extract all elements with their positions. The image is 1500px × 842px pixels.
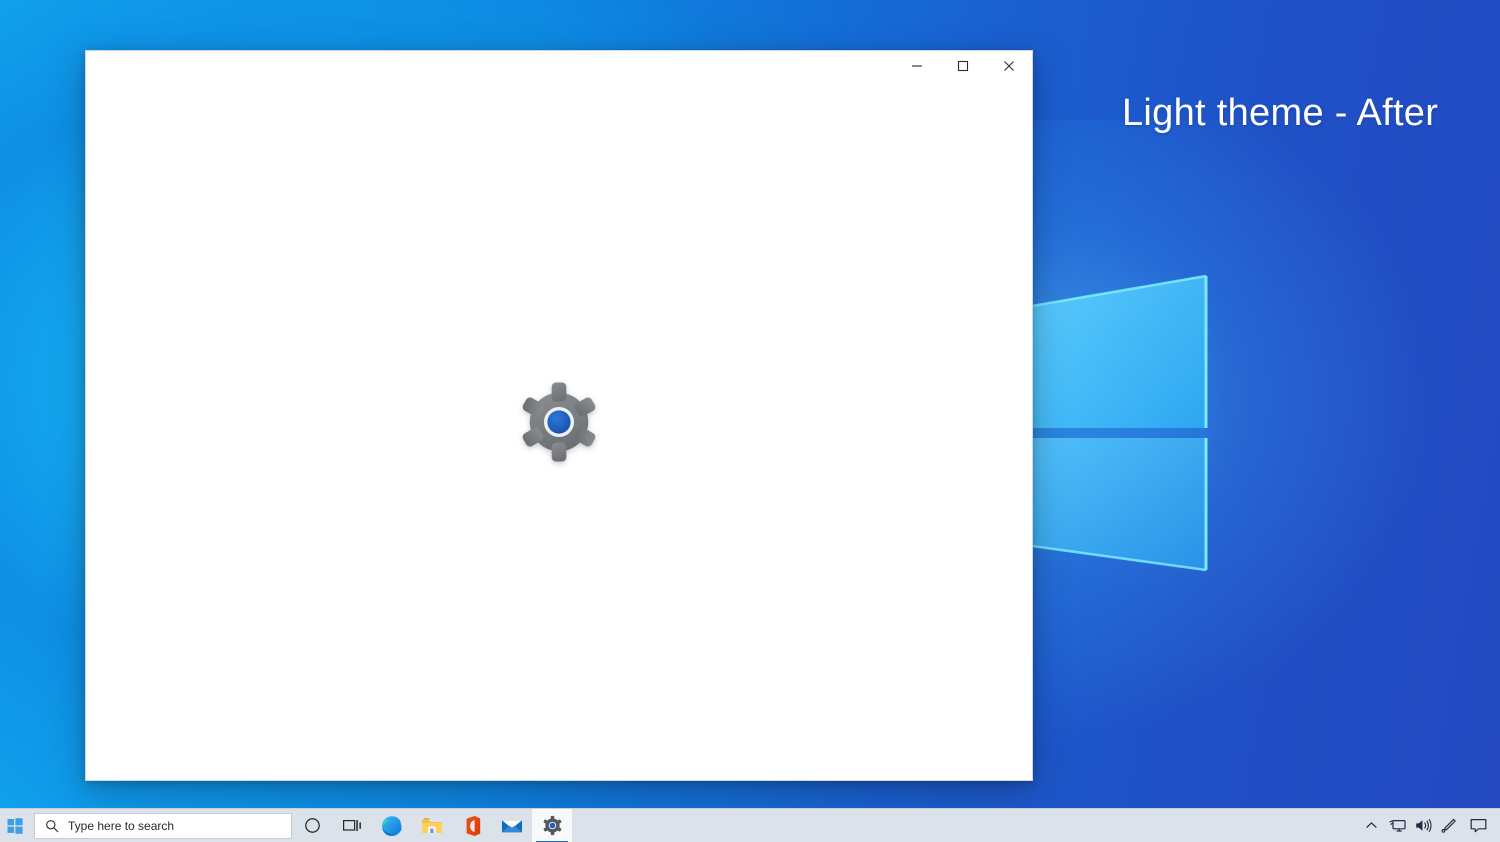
settings-gear-icon [543, 815, 561, 836]
maximize-button[interactable] [940, 51, 986, 81]
windows-hero-logo [1010, 274, 1208, 572]
taskbar-item-cortana[interactable] [292, 809, 332, 842]
window-title [86, 51, 894, 59]
overlay-caption: Light theme - After [1122, 92, 1439, 134]
system-tray[interactable] [1358, 809, 1500, 842]
taskbar-item-mail[interactable] [492, 809, 532, 842]
search-input[interactable]: Type here to search [34, 812, 292, 839]
minimize-button[interactable] [894, 51, 940, 81]
tray-network[interactable] [1384, 809, 1410, 842]
search-icon [46, 819, 59, 832]
settings-gear-icon [522, 381, 596, 462]
taskbar-item-task-view[interactable] [332, 809, 372, 842]
file-explorer-icon [422, 817, 442, 833]
microsoft-edge-icon [382, 815, 402, 836]
tray-action-center[interactable] [1462, 809, 1494, 842]
search-placeholder: Type here to search [68, 818, 175, 833]
network-monitor-icon [1388, 819, 1406, 832]
window-content-area [86, 83, 1032, 780]
desktop[interactable]: Light theme - After Type here to search [0, 0, 1500, 842]
windows-start-icon [7, 817, 23, 834]
taskbar-item-settings[interactable] [532, 808, 572, 842]
microsoft-office-icon [466, 815, 481, 836]
close-button[interactable] [986, 51, 1032, 81]
taskbar-item-file-explorer[interactable] [412, 809, 452, 842]
action-center-icon [1470, 819, 1486, 833]
tray-show-hidden-icons[interactable] [1358, 809, 1384, 842]
taskbar-item-office[interactable] [452, 809, 492, 842]
tray-pen-menu[interactable] [1436, 809, 1462, 842]
taskbar-item-edge[interactable] [372, 809, 412, 842]
cortana-circle-icon [304, 818, 320, 833]
chevron-up-icon [1365, 822, 1377, 829]
start-button[interactable] [0, 809, 30, 842]
task-view-icon [342, 819, 361, 831]
tray-volume[interactable] [1410, 809, 1436, 842]
settings-window[interactable] [85, 50, 1033, 781]
mail-envelope-icon [502, 819, 522, 832]
taskbar[interactable]: Type here to search [0, 808, 1500, 842]
volume-speaker-icon [1415, 818, 1431, 833]
window-titlebar[interactable] [86, 51, 1032, 83]
pen-icon [1441, 818, 1456, 833]
